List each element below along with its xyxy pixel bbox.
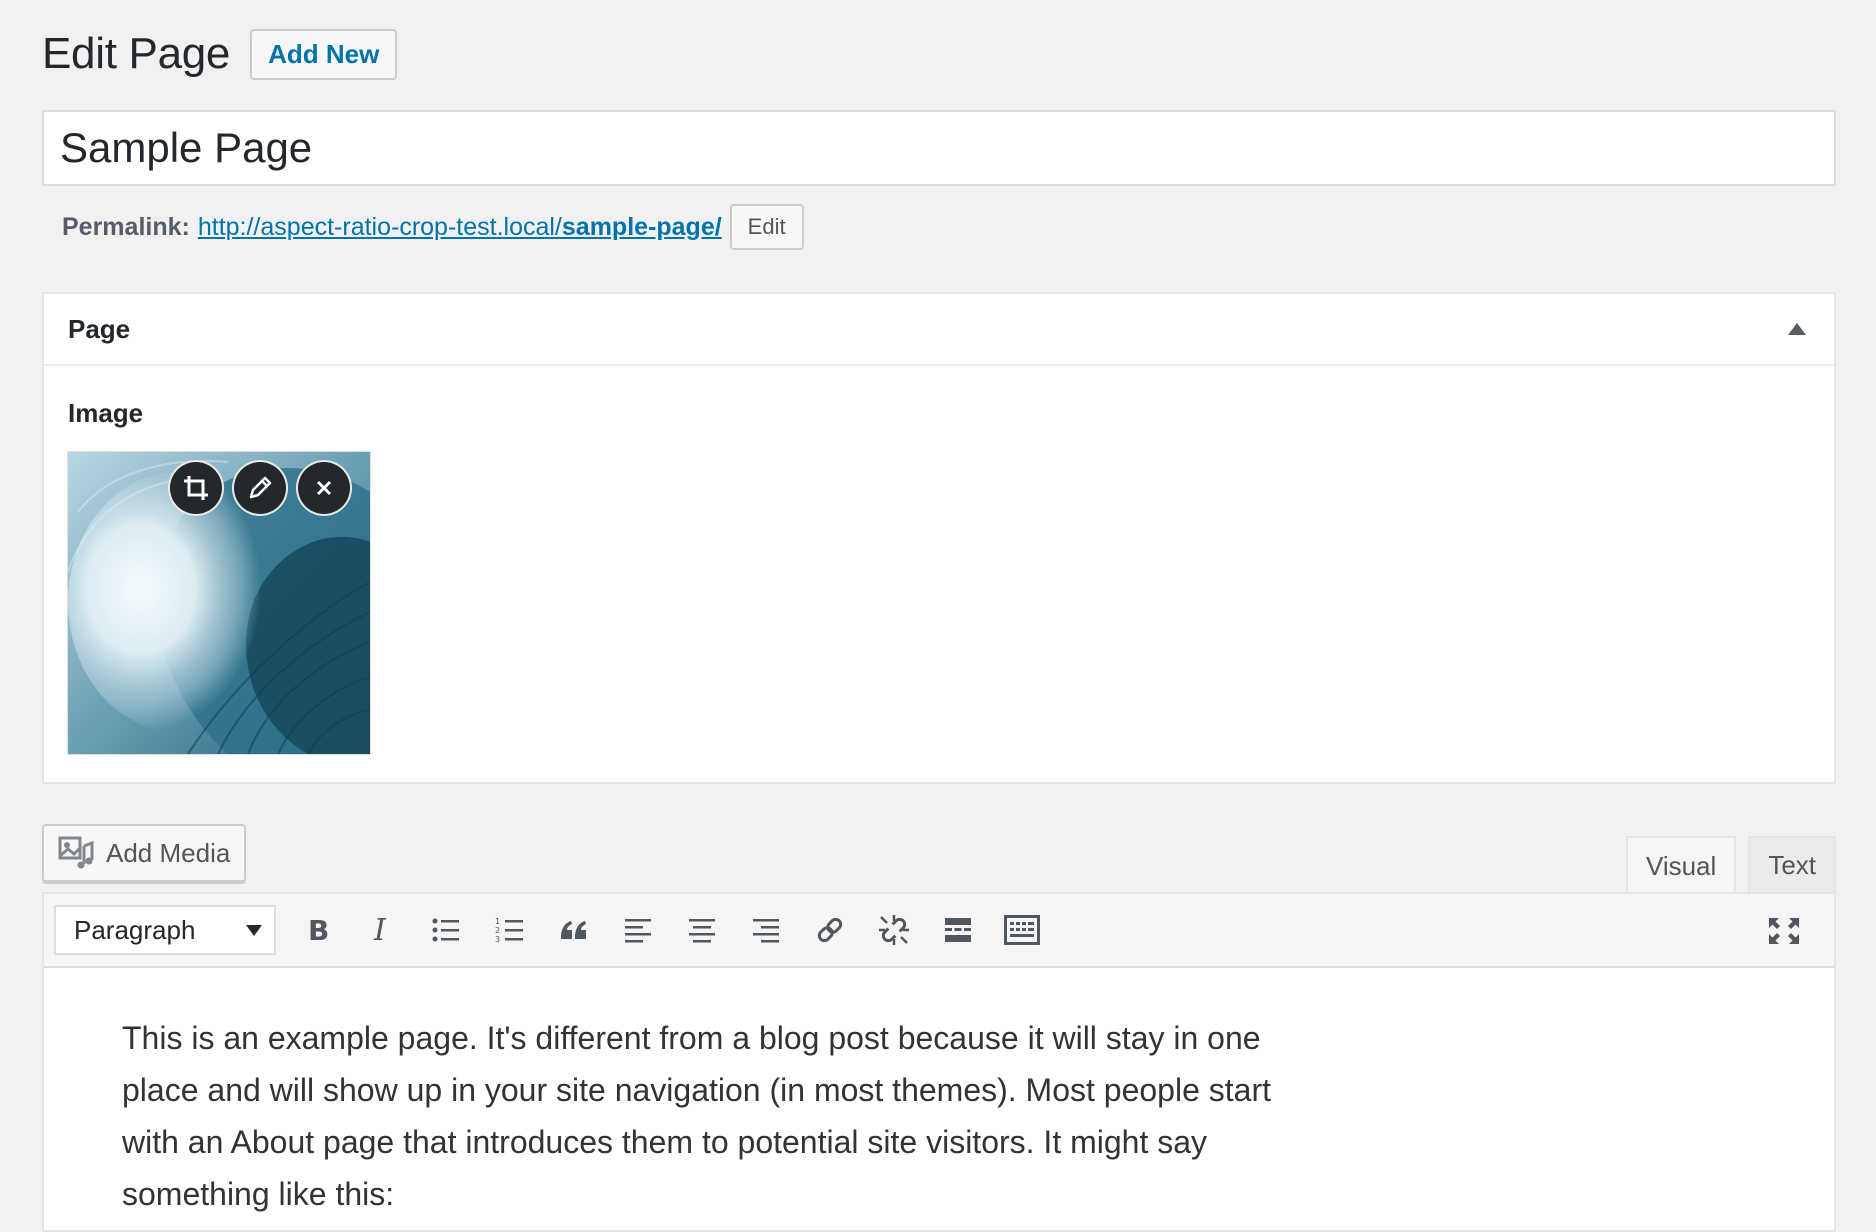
italic-icon: I bbox=[373, 916, 387, 944]
editor-tabs: Visual Text bbox=[1614, 836, 1836, 894]
bold-icon: B bbox=[308, 916, 329, 944]
bullet-list-icon bbox=[432, 918, 459, 942]
align-left-button[interactable] bbox=[610, 905, 666, 955]
crop-icon bbox=[184, 476, 208, 500]
permalink-slug: sample-page/ bbox=[561, 212, 722, 241]
permalink-url-base: http://aspect-ratio-crop-test.local/ bbox=[197, 212, 562, 241]
image-preview[interactable] bbox=[68, 452, 370, 754]
svg-text:B: B bbox=[308, 916, 329, 944]
pencil-icon bbox=[249, 476, 272, 499]
metabox-header[interactable]: Page bbox=[44, 294, 1834, 366]
post-title-input[interactable] bbox=[42, 110, 1836, 186]
edit-image-button[interactable] bbox=[232, 460, 288, 516]
bullet-list-button[interactable] bbox=[418, 905, 474, 955]
link-button[interactable] bbox=[802, 905, 858, 955]
svg-text:1: 1 bbox=[495, 917, 500, 926]
permalink-edit-button[interactable]: Edit bbox=[729, 204, 804, 250]
unlink-icon bbox=[879, 915, 909, 945]
align-right-button[interactable] bbox=[738, 905, 794, 955]
tab-visual[interactable]: Visual bbox=[1625, 836, 1737, 894]
toolbar-toggle-button[interactable] bbox=[994, 905, 1050, 955]
svg-text:I: I bbox=[373, 916, 387, 944]
align-left-icon bbox=[625, 919, 651, 943]
numbered-list-button[interactable]: 1 2 3 bbox=[482, 905, 538, 955]
collapse-arrow-icon[interactable] bbox=[1788, 323, 1806, 335]
permalink-link[interactable]: http://aspect-ratio-crop-test.local/samp… bbox=[198, 213, 722, 242]
svg-text:3: 3 bbox=[495, 935, 500, 944]
page-header: Edit Page Add New bbox=[42, 24, 398, 84]
editor-paragraph: This is an example page. It's different … bbox=[122, 1020, 1271, 1212]
format-select[interactable]: Paragraph bbox=[54, 905, 276, 955]
blockquote-button[interactable] bbox=[546, 905, 602, 955]
editor-content[interactable]: This is an example page. It's different … bbox=[44, 968, 1400, 1220]
blockquote-icon bbox=[561, 921, 586, 939]
format-select-value: Paragraph bbox=[74, 914, 196, 945]
bold-button[interactable]: B bbox=[290, 905, 346, 955]
numbered-list-icon: 1 2 3 bbox=[495, 917, 523, 944]
tab-text[interactable]: Text bbox=[1748, 836, 1836, 892]
page-title: Edit Page bbox=[42, 29, 231, 78]
add-media-label: Add Media bbox=[106, 837, 231, 868]
align-right-icon bbox=[753, 919, 779, 943]
read-more-button[interactable] bbox=[930, 905, 986, 955]
fullscreen-button[interactable] bbox=[1756, 906, 1812, 956]
metabox-title: Page bbox=[68, 313, 131, 344]
remove-image-button[interactable] bbox=[296, 460, 352, 516]
media-icon bbox=[58, 836, 94, 869]
crop-button[interactable] bbox=[168, 460, 224, 516]
editor-toolbar: Paragraph B I 1 2 3 bbox=[44, 894, 1834, 968]
link-icon bbox=[817, 917, 843, 943]
svg-text:2: 2 bbox=[495, 926, 500, 935]
fullscreen-icon bbox=[1769, 918, 1799, 944]
image-field-label: Image bbox=[68, 398, 144, 428]
align-center-button[interactable] bbox=[674, 905, 730, 955]
image-actions bbox=[168, 460, 360, 516]
align-center-icon bbox=[689, 919, 715, 943]
unlink-button[interactable] bbox=[866, 905, 922, 955]
page-metabox: Page Image bbox=[42, 292, 1836, 784]
editor: Paragraph B I 1 2 3 This is an example p… bbox=[42, 892, 1836, 1232]
italic-button[interactable]: I bbox=[354, 905, 410, 955]
toolbar-toggle-icon bbox=[1004, 915, 1040, 945]
close-icon bbox=[316, 480, 332, 496]
read-more-icon bbox=[945, 918, 971, 942]
chevron-down-icon bbox=[246, 924, 262, 936]
permalink-row: Permalink: http://aspect-ratio-crop-test… bbox=[62, 202, 804, 252]
add-new-button[interactable]: Add New bbox=[250, 28, 398, 80]
permalink-label: Permalink: bbox=[62, 212, 190, 241]
add-media-button[interactable]: Add Media bbox=[42, 824, 247, 882]
